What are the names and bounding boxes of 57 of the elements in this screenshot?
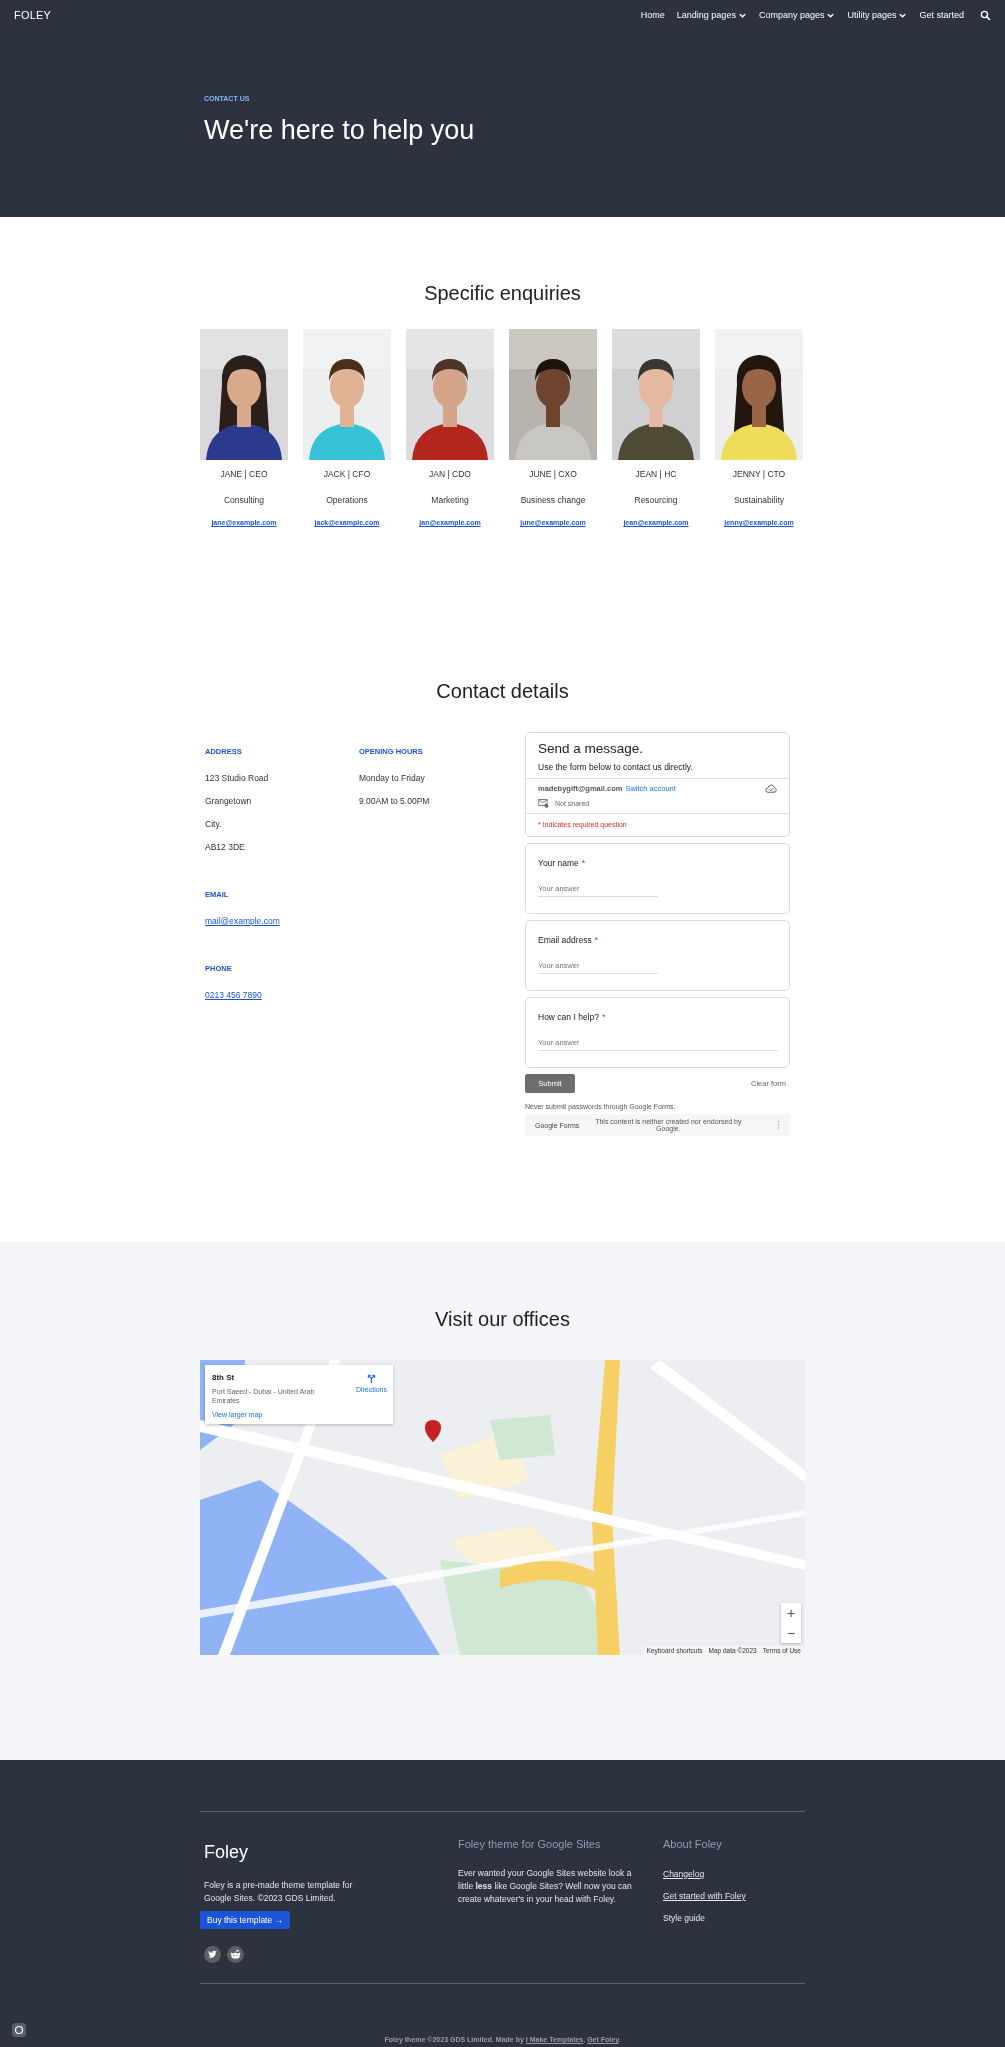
address-line: City. <box>205 819 223 829</box>
footer-link[interactable]: Changelog <box>663 1869 805 1879</box>
footer-link[interactable]: Get started with Foley <box>663 1891 805 1901</box>
footer-theme-text: Ever wanted your Google Sites website look a little less like Google Sites? Well now you can create whatever's in your head with Foley. <box>458 1867 633 1906</box>
directions-icon <box>365 1373 377 1384</box>
form-description: Use the form below to contact us directly. <box>538 762 694 772</box>
question-label: How can I help? <box>538 1012 599 1022</box>
required-mark: * <box>594 935 599 945</box>
mail-icon <box>538 799 549 808</box>
hours-line: 9.00AM to 5.00PM <box>359 796 431 806</box>
section-title: Contact details <box>435 680 570 703</box>
footer-logo: Foley <box>204 1842 249 1863</box>
page-title: We're here to help you <box>204 115 476 146</box>
buy-button[interactable]: Buy this template → <box>200 1910 291 1929</box>
info-badge-icon[interactable] <box>12 2023 26 2037</box>
person-name: JANE | CEO <box>220 469 268 479</box>
nav-link[interactable]: Get started <box>919 10 964 20</box>
site-logo[interactable]: FOLEY <box>14 9 52 21</box>
nav-link[interactable]: Utility pages <box>847 10 908 20</box>
person-name: JEAN | HC <box>635 469 677 479</box>
footer-heading: About Foley <box>663 1838 723 1850</box>
form-title: Send a message. <box>538 741 645 756</box>
person-role: Sustainability <box>733 495 785 505</box>
footer-about-text: Foley is a pre-made theme template for Google Sites. ©2023 GDS Limited. <box>204 1879 354 1905</box>
nav-link[interactable]: Landing pages <box>676 10 747 20</box>
search-icon[interactable] <box>980 9 991 21</box>
person-role: Marketing <box>431 495 469 505</box>
person-role: Business change <box>520 495 586 505</box>
nav-link[interactable]: Home <box>640 10 665 20</box>
person-role: Operations <box>326 495 368 505</box>
person-name: JACK | CFO <box>323 469 371 479</box>
required-mark: * <box>601 1012 606 1022</box>
nav-link[interactable]: Company pages <box>758 10 836 20</box>
address-line: Grangetown <box>205 796 253 806</box>
alien-icon[interactable] <box>227 1945 244 1963</box>
footer-heading: Foley theme for Google Sites <box>458 1838 602 1850</box>
person-role: Resourcing <box>634 495 678 505</box>
phone-link[interactable]: 0213 456 7890 <box>205 990 359 1000</box>
person-name: JENNY | CTO <box>732 469 786 479</box>
person-name: JUNE | CXO <box>529 469 577 479</box>
person-role: Consulting <box>223 495 265 505</box>
cloud-icon <box>765 784 777 793</box>
place-name: 8th St <box>212 1373 236 1382</box>
address-line: AB12 3DE <box>205 842 246 852</box>
zoom-in-button[interactable]: + <box>781 1603 801 1623</box>
address-line: 123 Studio Road <box>205 773 270 783</box>
zoom-out-button[interactable]: − <box>781 1623 801 1643</box>
question-label: Your name <box>538 858 579 868</box>
email-link[interactable]: mail@example.com <box>205 916 359 926</box>
twitter-icon[interactable] <box>204 1945 221 1963</box>
hours-line: Monday to Friday <box>359 773 426 783</box>
required-mark: * <box>581 858 586 868</box>
question-label: Email address <box>538 935 592 945</box>
section-title: Specific enquiries <box>423 282 582 305</box>
person-name: JAN | CDO <box>429 469 471 479</box>
footer-link[interactable]: Style guide <box>663 1913 805 1923</box>
section-title: Visit our offices <box>434 1308 571 1331</box>
